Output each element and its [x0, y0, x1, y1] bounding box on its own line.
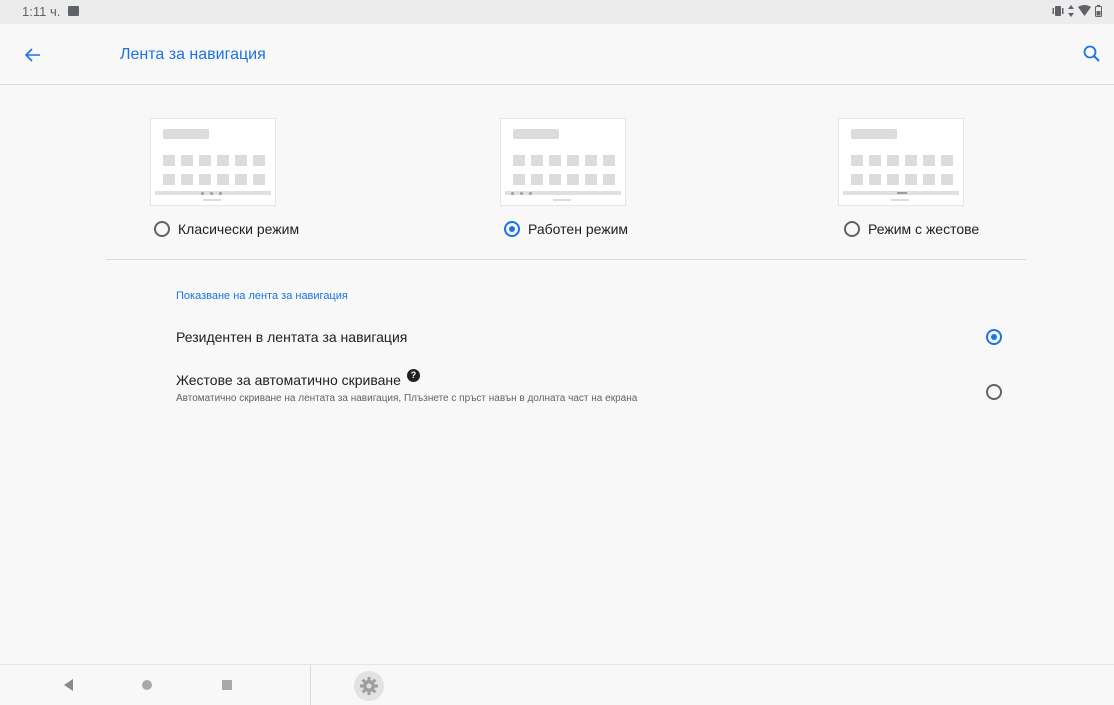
- mode-gestures-radio[interactable]: [844, 221, 860, 237]
- status-icons: [1052, 5, 1102, 17]
- navigation-modes: Класически режим Работен режим Режим с ж…: [0, 84, 1114, 259]
- pref-auto-hide-radio[interactable]: [986, 384, 1002, 400]
- mode-gestures-option[interactable]: Режим с жестове: [844, 221, 979, 237]
- nav-recents-icon[interactable]: [222, 680, 232, 690]
- mode-classic-option[interactable]: Класически режим: [154, 221, 299, 237]
- section-header: Показване на лента за навигация: [176, 290, 348, 302]
- app-bar: Лента за навигация: [0, 24, 1114, 85]
- nav-home-icon[interactable]: [142, 680, 152, 690]
- pref-auto-hide-title: Жестове за автоматично скриване: [176, 372, 401, 388]
- back-button[interactable]: [22, 44, 44, 66]
- gallery-notification-icon: [68, 6, 79, 16]
- settings-button[interactable]: [354, 671, 384, 701]
- settings-gear-icon: [360, 677, 378, 695]
- mode-work: Работен режим: [498, 84, 798, 259]
- mode-work-option[interactable]: Работен режим: [504, 221, 628, 237]
- wifi-icon: [1078, 5, 1091, 16]
- page-title: Лента за навигация: [120, 46, 266, 63]
- mode-gestures-preview: [838, 118, 964, 206]
- status-time: 1:11 ч.: [22, 4, 61, 19]
- system-nav-bar: [0, 664, 1114, 705]
- battery-icon: [1095, 5, 1102, 17]
- nav-divider: [310, 665, 311, 705]
- pref-auto-hide[interactable]: Жестове за автоматично скриване ? Автома…: [176, 368, 1026, 412]
- nav-back-icon[interactable]: [64, 679, 73, 691]
- vibrate-icon: [1052, 6, 1064, 16]
- search-button[interactable]: [1080, 42, 1104, 66]
- mode-classic-radio[interactable]: [154, 221, 170, 237]
- mode-gestures-label: Режим с жестове: [868, 221, 980, 237]
- pref-resident[interactable]: Резидентен в лентата за навигация: [176, 328, 1026, 350]
- mode-classic-label: Класически режим: [178, 221, 300, 237]
- pref-auto-hide-summary: Автоматично скриване на лентата за навиг…: [176, 393, 638, 404]
- mode-gestures: Режим с жестове: [836, 84, 1114, 259]
- data-arrows-icon: [1068, 5, 1074, 17]
- mode-work-preview: [500, 118, 626, 206]
- mode-work-label: Работен режим: [528, 221, 629, 237]
- mode-work-radio[interactable]: [504, 221, 520, 237]
- pref-resident-radio[interactable]: [986, 329, 1002, 345]
- help-icon[interactable]: ?: [406, 368, 420, 382]
- mode-classic-preview: [150, 118, 276, 206]
- arrow-back-icon: [24, 48, 40, 62]
- search-icon: [1083, 45, 1100, 62]
- pref-resident-title: Резидентен в лентата за навигация: [176, 329, 408, 345]
- mode-classic: Класически режим: [148, 84, 448, 259]
- status-bar: 1:11 ч.: [0, 0, 1114, 24]
- divider: [106, 259, 1026, 260]
